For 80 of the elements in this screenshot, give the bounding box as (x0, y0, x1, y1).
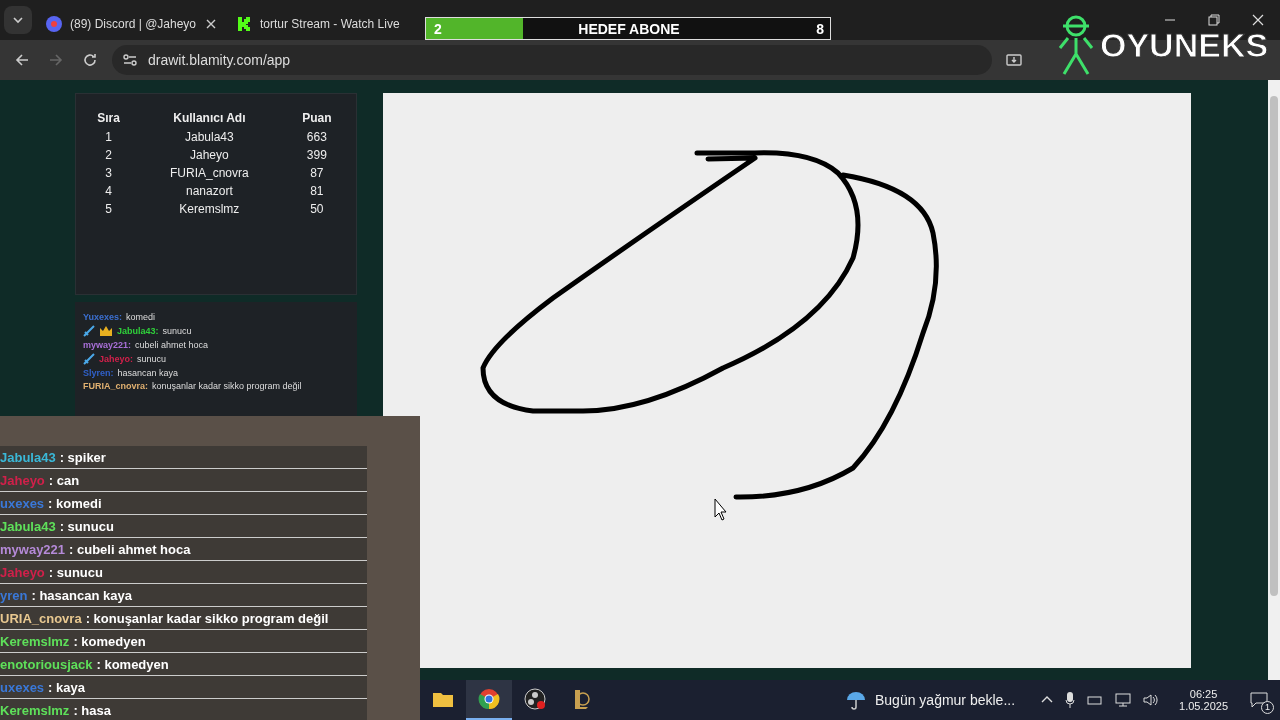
chat-username: URIA_cnovra (0, 610, 82, 626)
chat-message: : cubeli ahmet hoca (69, 541, 191, 557)
chat-username: Jaheyo: (99, 354, 133, 364)
chat-username: Slyren: (83, 368, 114, 378)
column-header: Puan (301, 110, 333, 127)
chat-username: Jaheyo (0, 564, 45, 580)
chat-message: : komedyen (96, 656, 169, 672)
chat-message: : kaya (48, 679, 85, 695)
cursor-icon (714, 498, 727, 521)
chat-message: sunucu (137, 354, 167, 364)
table-cell-text: 2 (104, 147, 113, 164)
site-settings-icon[interactable] (122, 52, 138, 68)
column-header: Kullanıcı Adı (172, 110, 247, 127)
chat-username: uxexes (0, 679, 45, 695)
table-cell-text: 5 (104, 201, 113, 218)
chat-username: yren (0, 587, 28, 603)
chat-message: : komedyen (73, 633, 146, 649)
drawing-canvas[interactable] (383, 93, 1191, 668)
table-cell-text: 663 (305, 129, 328, 146)
chat-message: : can (48, 472, 80, 488)
chat-message: : hasancan kaya (31, 587, 132, 603)
address-field[interactable]: drawit.blamity.com/app (112, 45, 992, 75)
logo-text: OYUNEKS (1100, 25, 1269, 65)
weather-text[interactable]: Bugün yağmur bekle... (874, 692, 1016, 708)
scrollbar[interactable] (1268, 80, 1280, 680)
table-cell-text: FURIA_cnovra (169, 165, 250, 182)
chat-message: komedi (126, 312, 156, 322)
chat-message: : spiker (59, 449, 106, 465)
table-cell-text: Jabula43 (184, 129, 235, 146)
chrome-icon (478, 688, 500, 710)
tab-list-icon[interactable] (4, 6, 32, 34)
chat-username: uxexes (0, 495, 45, 511)
chat-message: : sunucu (48, 564, 103, 580)
table-cell-text: 81 (309, 183, 325, 200)
goal-label: HEDEF ABONE (578, 20, 680, 37)
chat-username: FURIA_cnovra: (83, 381, 148, 391)
recorder-icon (524, 688, 546, 710)
taskbar-app[interactable] (466, 680, 512, 720)
network-icon[interactable] (1113, 693, 1134, 707)
scrollbar-thumb[interactable] (1270, 96, 1278, 596)
table-cell-text: 3 (104, 165, 113, 182)
table-cell-text: nanazort (185, 183, 234, 200)
table-cell-text: Keremslmz (178, 201, 241, 218)
chat-message: hasancan kaya (117, 368, 179, 378)
browser-tab[interactable]: tortur Stream - Watch Live (226, 8, 416, 40)
discord-icon (46, 16, 62, 32)
k-logo-icon (236, 16, 252, 32)
chat-username: myway221: (83, 340, 132, 350)
table-cell-text: Jaheyo (189, 147, 230, 164)
message-icon (1250, 692, 1268, 708)
goal-current: 2 (434, 20, 442, 37)
chat-message: : konuşanlar kadar sikko program değil (85, 610, 329, 626)
table-cell-text: 4 (104, 183, 113, 200)
browser-tab[interactable]: (89) Discord | @Jaheyo (36, 8, 226, 40)
close-tab-icon[interactable] (206, 19, 216, 29)
chat-username: myway221 (0, 541, 66, 557)
microphone-icon[interactable] (1063, 692, 1078, 708)
chat-username: Jabula43: (117, 326, 159, 336)
chat-username: Jabula43 (0, 449, 56, 465)
chat-username: enotoriousjack (0, 656, 93, 672)
clock[interactable]: 06:25 1.05.2025 (1179, 688, 1228, 712)
chat-message: sunucu (162, 326, 192, 336)
table-cell-text: 50 (309, 201, 325, 218)
chat-message: cubeli ahmet hoca (135, 340, 209, 350)
table-cell-text: 87 (309, 165, 325, 182)
umbrella-icon[interactable] (844, 689, 867, 711)
chat-username: Keremslmz (0, 702, 70, 718)
table-cell-text: 399 (305, 147, 328, 164)
chat-message: : hasa (73, 702, 111, 718)
chat-message: : sunucu (59, 518, 114, 534)
notification-button[interactable]: 1 (1246, 688, 1272, 712)
chat-username: Jaheyo (0, 472, 45, 488)
chat-username: Keremslmz (0, 633, 70, 649)
chat-message: konuşanlar kadar sikko program değil (152, 381, 302, 391)
chat-username: Jabula43 (0, 518, 56, 534)
goal-target: 8 (816, 20, 824, 37)
chat-message: : komedi (48, 495, 102, 511)
table-cell-text: 1 (104, 129, 113, 146)
chat-username: Yuxexes: (83, 312, 123, 322)
column-header: Sıra (96, 110, 121, 127)
